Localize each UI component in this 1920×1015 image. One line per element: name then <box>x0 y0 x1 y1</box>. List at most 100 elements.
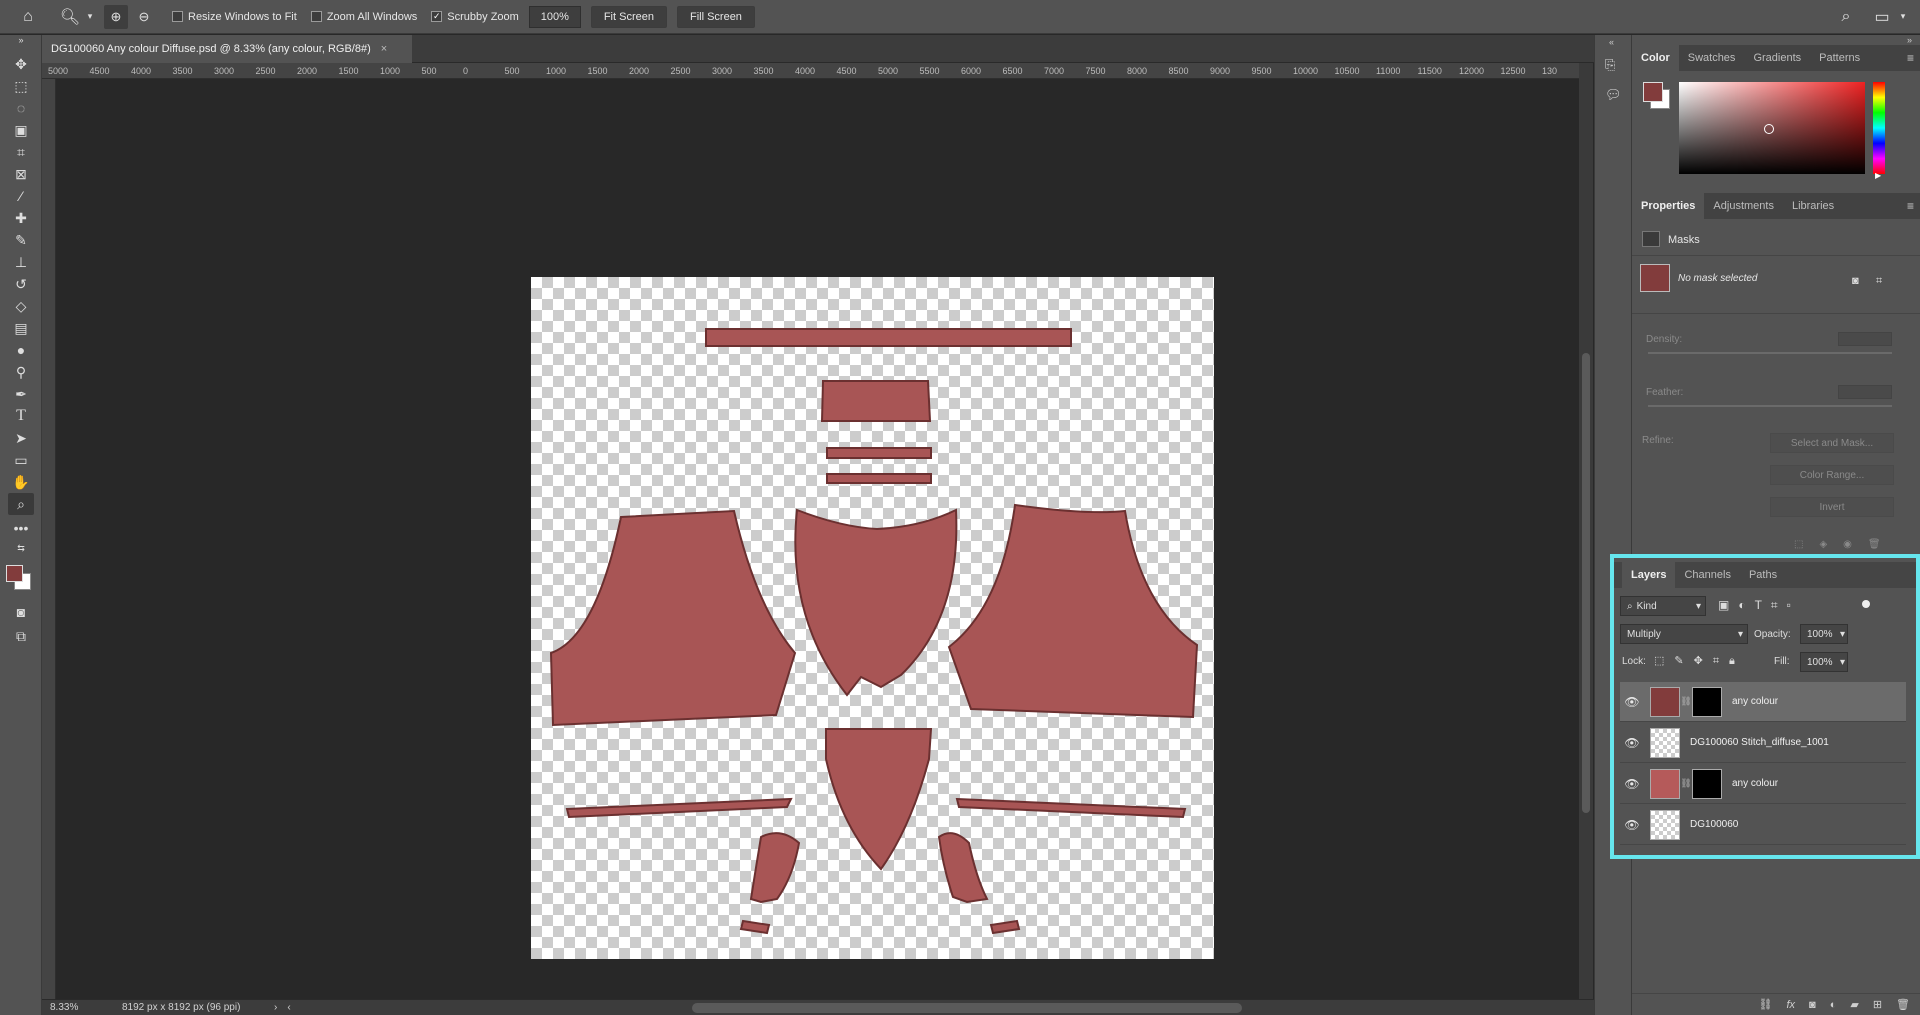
tab-gradients[interactable]: Gradients <box>1744 45 1810 71</box>
chevron-down-icon[interactable]: ▾ <box>84 3 96 31</box>
object-selection-icon[interactable]: ▣ <box>8 119 34 141</box>
tab-patterns[interactable]: Patterns <box>1810 45 1869 71</box>
layer-mask-thumbnail[interactable] <box>1692 686 1722 717</box>
collapse-icon[interactable]: » <box>8 33 34 47</box>
layer-thumbnail[interactable] <box>1650 727 1680 758</box>
panel-menu-icon[interactable]: ≡ <box>1907 199 1914 213</box>
layer-style-icon[interactable]: fx <box>1786 999 1795 1011</box>
document-tab[interactable]: DG100060 Any colour Diffuse.psd @ 8.33% … <box>42 35 412 63</box>
layer-filter-kind[interactable]: ⌕ Kind ▾ <box>1620 596 1706 616</box>
collapse-icon[interactable]: « <box>1609 37 1614 47</box>
tab-properties[interactable]: Properties <box>1632 193 1705 219</box>
history-panel-icon[interactable]: ⎘ <box>1605 57 1615 73</box>
layer-thumbnail[interactable] <box>1650 809 1680 840</box>
color-range-button[interactable]: Color Range... <box>1770 465 1894 485</box>
visibility-eye-icon[interactable]: 👁︎ <box>1620 818 1644 832</box>
canvas-area[interactable] <box>56 79 1579 999</box>
layer-thumbnail[interactable] <box>1650 686 1680 717</box>
chevron-down-icon[interactable]: ▾ <box>1896 3 1910 31</box>
fill-field[interactable]: 100% ▾ <box>1800 652 1848 672</box>
path-selection-icon[interactable]: ➤ <box>8 427 34 449</box>
zoom-all-windows-checkbox[interactable]: Zoom All Windows <box>310 11 417 23</box>
tab-color[interactable]: Color <box>1632 45 1679 71</box>
mask-actions-icons[interactable]: ⬚◈◉🗑︎ <box>1794 539 1897 550</box>
horizontal-scroll-thumb[interactable] <box>692 1003 1242 1013</box>
comments-panel-icon[interactable]: 💬︎ <box>1605 87 1622 103</box>
select-and-mask-button[interactable]: Select and Mask... <box>1770 433 1894 453</box>
delete-layer-icon[interactable]: 🗑︎ <box>1896 998 1910 1011</box>
healing-brush-icon[interactable]: ✚ <box>8 207 34 229</box>
checkbox-box[interactable] <box>310 11 322 22</box>
eyedropper-icon[interactable]: ⁄ <box>8 185 34 207</box>
hue-slider-handle-icon[interactable]: ▶ <box>1875 171 1881 180</box>
density-field[interactable] <box>1838 332 1892 346</box>
dodge-tool-icon[interactable]: ⚲ <box>8 361 34 383</box>
panel-menu-icon[interactable]: ≡ <box>1907 51 1914 65</box>
search-icon[interactable]: ⌕ <box>1832 3 1860 31</box>
resize-windows-checkbox[interactable]: Resize Windows to Fit <box>172 11 297 23</box>
checkmark-icon[interactable]: ✓ <box>431 11 443 22</box>
blend-mode-select[interactable]: Multiply ▾ <box>1620 624 1748 644</box>
collapse-icon[interactable]: » <box>1907 35 1912 45</box>
zoom-icon[interactable]: 🔍︎ <box>56 3 84 31</box>
visibility-eye-icon[interactable]: 👁︎ <box>1620 695 1644 709</box>
lasso-tool-icon[interactable]: ◌ <box>8 97 34 119</box>
history-brush-icon[interactable]: ↺ <box>8 273 34 295</box>
brush-tool-icon[interactable]: ✎ <box>8 229 34 251</box>
add-vector-mask-icon[interactable]: ⌗ <box>1876 275 1882 288</box>
hand-tool-icon[interactable]: ✋ <box>8 471 34 493</box>
document-canvas[interactable] <box>531 277 1214 959</box>
vertical-scrollbar[interactable] <box>1579 63 1593 999</box>
quick-mask-icon[interactable]: ◙ <box>8 601 34 623</box>
zoom-in-icon[interactable]: ⊕ <box>104 4 128 29</box>
add-mask-icon[interactable]: ◙ <box>1809 999 1816 1011</box>
swap-colors-icon[interactable]: ⇆ <box>8 541 34 555</box>
feather-field[interactable] <box>1838 385 1892 399</box>
new-layer-icon[interactable]: ⊞ <box>1873 998 1882 1011</box>
gradient-tool-icon[interactable]: ▤ <box>8 317 34 339</box>
tab-libraries[interactable]: Libraries <box>1783 193 1843 219</box>
blur-tool-icon[interactable]: ● <box>8 339 34 361</box>
layer-row[interactable]: 👁︎ DG100060 Stitch_diffuse_1001 <box>1620 723 1906 763</box>
tab-swatches[interactable]: Swatches <box>1679 45 1745 71</box>
hue-slider[interactable] <box>1873 82 1885 174</box>
eraser-tool-icon[interactable]: ◇ <box>8 295 34 317</box>
chevron-right-icon[interactable]: › <box>274 1002 277 1013</box>
scroll-left-icon[interactable]: ‹ <box>287 1002 290 1013</box>
checkbox-box[interactable] <box>172 11 183 22</box>
foreground-color-swatch[interactable] <box>6 565 23 582</box>
foreground-color-swatch[interactable] <box>1643 82 1663 102</box>
crop-tool-icon[interactable]: ⌗ <box>8 141 34 163</box>
layer-row[interactable]: 👁︎ ⛓ any colour <box>1620 764 1906 804</box>
density-slider[interactable] <box>1648 352 1892 354</box>
invert-button[interactable]: Invert <box>1770 497 1894 517</box>
scrubby-zoom-checkbox[interactable]: ✓ Scrubby Zoom <box>431 11 519 23</box>
zoom-out-icon[interactable]: ⊖ <box>130 3 158 31</box>
visibility-eye-icon[interactable]: 👁︎ <box>1620 777 1644 791</box>
status-zoom[interactable]: 8.33% <box>50 1002 102 1013</box>
tab-layers[interactable]: Layers <box>1622 562 1676 588</box>
adjustment-layer-icon[interactable]: ◐ <box>1830 999 1837 1011</box>
layer-mask-thumbnail[interactable] <box>1692 768 1722 799</box>
visibility-eye-icon[interactable]: 👁︎ <box>1620 736 1644 750</box>
marquee-tool-icon[interactable]: ⬚ <box>8 75 34 97</box>
add-pixel-mask-icon[interactable]: ◙ <box>1852 275 1859 287</box>
vertical-scroll-thumb[interactable] <box>1582 353 1590 813</box>
type-tool-icon[interactable]: T <box>8 405 34 427</box>
new-group-icon[interactable]: ▰ <box>1850 998 1858 1011</box>
layer-row[interactable]: 👁︎ ⛓ any colour <box>1620 682 1906 722</box>
fit-screen-button[interactable]: Fit Screen <box>590 5 667 28</box>
close-icon[interactable]: × <box>381 43 387 55</box>
lock-icons[interactable]: ⬚✎✥⌗🔒︎ <box>1654 654 1745 668</box>
pen-tool-icon[interactable]: ✒ <box>8 383 34 405</box>
workspace-icon[interactable]: ▭ <box>1868 3 1896 31</box>
filter-toggle-icon[interactable] <box>1862 600 1870 608</box>
layer-thumbnail[interactable] <box>1650 768 1680 799</box>
color-picker-field[interactable] <box>1679 82 1865 174</box>
feather-slider[interactable] <box>1648 405 1892 407</box>
tab-channels[interactable]: Channels <box>1675 562 1739 588</box>
more-tools-icon[interactable]: ••• <box>8 517 34 539</box>
layer-filter-icons[interactable]: ▣◐T⌗▫ <box>1718 598 1800 613</box>
frame-tool-icon[interactable]: ⊠ <box>8 163 34 185</box>
tab-paths[interactable]: Paths <box>1740 562 1786 588</box>
